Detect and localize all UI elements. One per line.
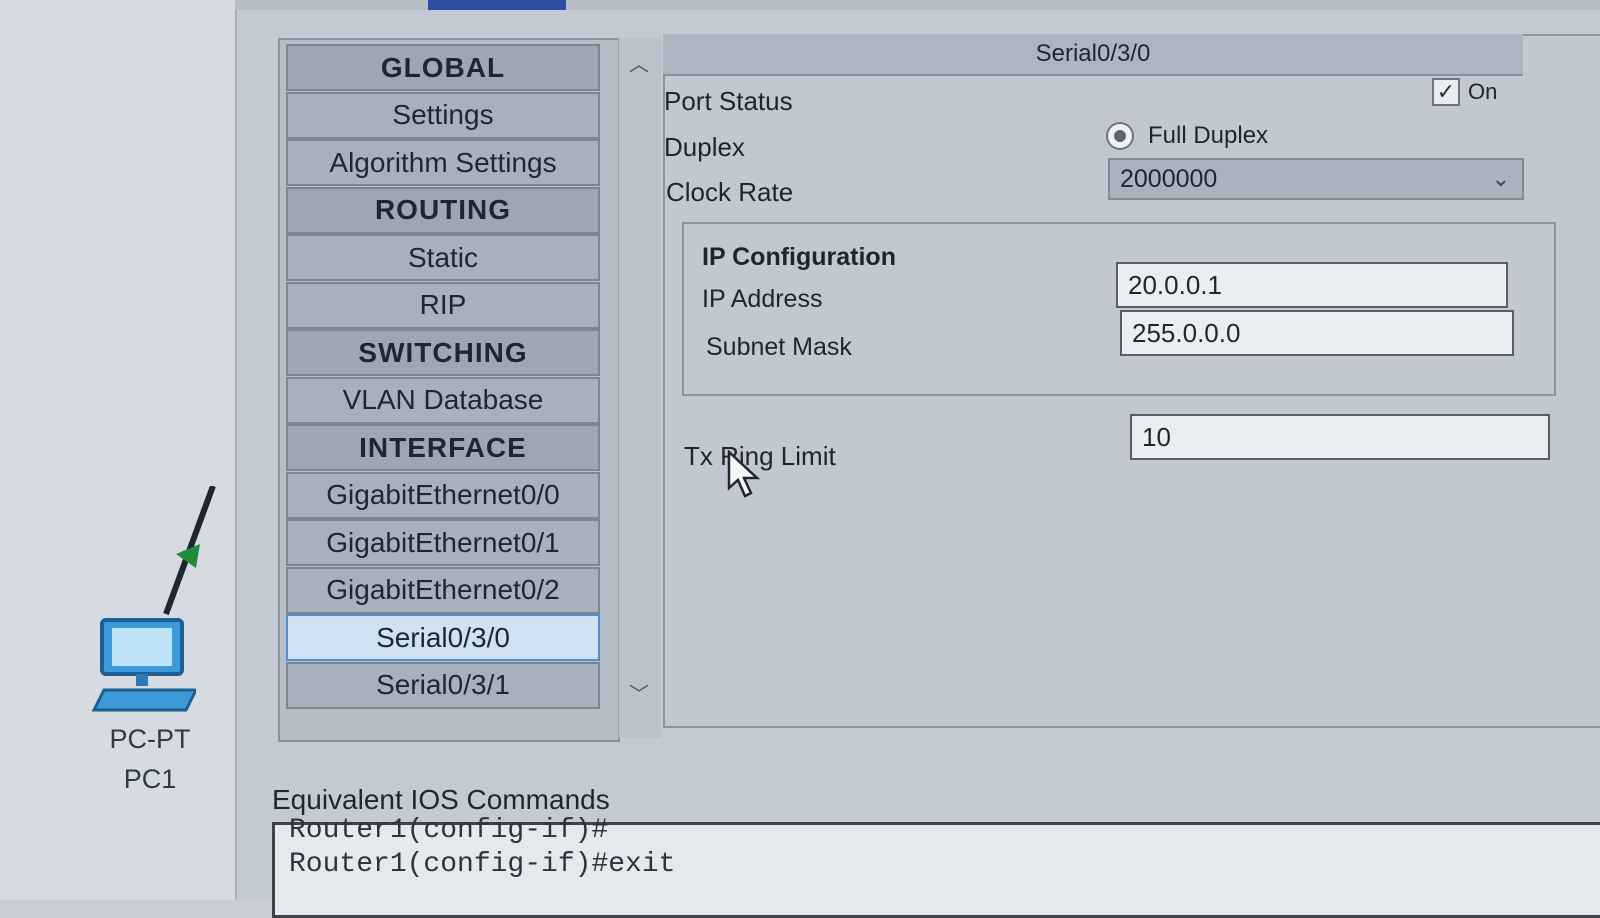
chevron-down-icon: ⌄ — [1491, 166, 1510, 191]
active-tab-indicator[interactable] — [428, 0, 566, 10]
chevron-up-icon[interactable]: ︿ — [629, 48, 649, 77]
ios-commands-console[interactable]: Router1(config-if)# Router1(config-if)#e… — [272, 815, 1600, 918]
clock-rate-select[interactable]: 2000000 ⌄ — [1108, 158, 1524, 200]
nav-item-switching: SWITCHING — [286, 329, 600, 376]
device-type-label: PC-PT — [109, 724, 191, 754]
nav-item-interface: INTERFACE — [286, 424, 600, 471]
port-status-label: Port Status — [664, 86, 793, 116]
nav-item-serial0-3-0[interactable]: Serial0/3/0 — [286, 614, 600, 661]
port-status-checkbox[interactable]: ✓ — [1432, 78, 1460, 106]
ip-configuration-label: IP Configuration — [702, 243, 896, 271]
nav-item-routing: ROUTING — [286, 186, 600, 234]
pc-device-icon[interactable] — [86, 618, 196, 718]
subnet-mask-input[interactable]: 255.0.0.0 — [1120, 310, 1514, 356]
chevron-down-icon[interactable]: ﹀ — [629, 678, 649, 707]
nav-item-global: GLOBAL — [286, 44, 600, 91]
ip-address-input[interactable]: 20.0.0.1 — [1116, 262, 1508, 308]
clock-rate-value: 2000000 — [1120, 164, 1218, 193]
clock-rate-label: Clock Rate — [666, 177, 794, 207]
subnet-mask-label: Subnet Mask — [706, 333, 852, 361]
panel-title: Serial0/3/0 — [663, 34, 1523, 76]
nav-item-settings[interactable]: Settings — [286, 91, 600, 139]
checkmark-icon: ✓ — [1436, 79, 1456, 104]
nav-item-gigabitethernet0-0[interactable]: GigabitEthernet0/0 — [286, 471, 600, 519]
nav-item-vlan-database[interactable]: VLAN Database — [286, 376, 600, 424]
ios-commands-label: Equivalent IOS Commands — [272, 784, 610, 815]
ios-line: Router1(config-if)# — [289, 815, 609, 846]
nav-item-gigabitethernet0-2[interactable]: GigabitEthernet0/2 — [286, 566, 600, 614]
mouse-pointer-icon — [727, 450, 761, 498]
nav-item-algorithm-settings[interactable]: Algorithm Settings — [286, 139, 600, 186]
tx-ring-limit-input[interactable]: 10 — [1130, 414, 1550, 460]
nav-items-container: GLOBAL Settings Algorithm Settings ROUTING S… — [278, 38, 616, 738]
ip-address-label: IP Address — [702, 285, 823, 313]
nav-scrollbar[interactable]: ︿ ﹀ — [618, 38, 661, 738]
network-link — [163, 486, 216, 616]
nav-item-serial0-3-1[interactable]: Serial0/3/1 — [286, 661, 600, 709]
duplex-label: Duplex — [664, 132, 745, 162]
ios-line: Router1(config-if)#exit — [289, 849, 676, 880]
full-duplex-radio[interactable] — [1106, 122, 1134, 150]
device-name-label: PC1 — [123, 764, 177, 794]
nav-item-rip[interactable]: RIP — [286, 281, 600, 329]
port-status-on-label: On — [1468, 79, 1498, 104]
nav-item-gigabitethernet0-1[interactable]: GigabitEthernet0/1 — [286, 519, 600, 566]
nav-item-static[interactable]: Static — [286, 234, 600, 281]
full-duplex-label: Full Duplex — [1148, 122, 1269, 149]
